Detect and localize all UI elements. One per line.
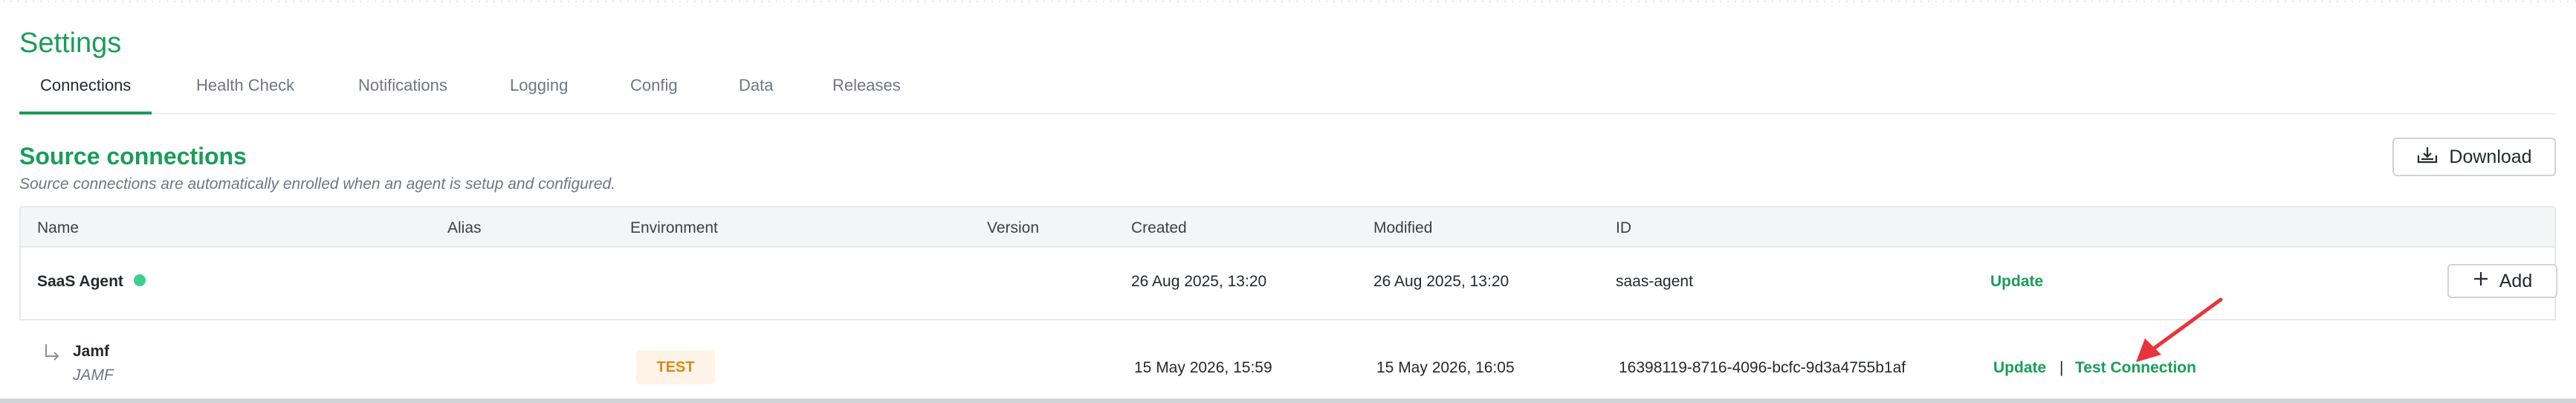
modified-date: 15 May 2026, 16:05 xyxy=(1376,359,1515,376)
column-header-created: Created xyxy=(1131,219,1187,236)
connection-name-text: SaaS Agent xyxy=(37,273,123,290)
table-header: Name Alias Environment Version Created M… xyxy=(19,206,2556,248)
add-label: Add xyxy=(2499,270,2533,291)
connection-name: SaaS Agent xyxy=(37,273,146,291)
download-icon xyxy=(2416,145,2439,170)
modified-date: 26 Aug 2025, 13:20 xyxy=(1373,273,1509,290)
tab-notifications[interactable]: Notifications xyxy=(337,65,468,115)
section-title: Source connections xyxy=(19,143,247,170)
download-button[interactable]: Download xyxy=(2392,138,2556,176)
tab-releases[interactable]: Releases xyxy=(812,65,922,115)
column-header-version: Version xyxy=(987,219,1040,236)
status-connected-dot xyxy=(133,274,146,287)
tab-connections[interactable]: Connections xyxy=(19,65,152,115)
tab-data[interactable]: Data xyxy=(718,65,794,115)
column-header-environment: Environment xyxy=(630,219,718,236)
column-header-name: Name xyxy=(37,219,80,236)
connection-subname: JAMF xyxy=(73,367,114,384)
tab-logging[interactable]: Logging xyxy=(489,65,589,115)
section-subtitle: Source connections are automatically enr… xyxy=(19,175,616,193)
tab-config[interactable]: Config xyxy=(609,65,699,115)
top-border-dots xyxy=(0,0,2576,3)
update-link[interactable]: Update xyxy=(1993,359,2046,377)
update-link[interactable]: Update xyxy=(1990,273,2043,291)
bottom-border xyxy=(0,399,2576,403)
plus-icon xyxy=(2473,271,2489,292)
subdirectory-arrow-icon xyxy=(42,343,62,368)
created-date: 15 May 2026, 15:59 xyxy=(1134,359,1272,376)
environment-badge: TEST xyxy=(636,350,715,384)
connection-name: Jamf xyxy=(73,343,110,360)
created-date: 26 Aug 2025, 13:20 xyxy=(1131,273,1267,290)
add-button[interactable]: Add xyxy=(2447,264,2557,298)
column-header-modified: Modified xyxy=(1373,219,1433,236)
link-separator: | xyxy=(2059,359,2064,376)
column-header-id: ID xyxy=(1616,219,1631,236)
connection-id: 16398119-8716-4096-bcfc-9d3a4755b1af xyxy=(1619,359,1906,376)
page-title: Settings xyxy=(19,28,122,59)
download-label: Download xyxy=(2449,146,2532,167)
connection-id: saas-agent xyxy=(1616,273,1693,290)
red-arrow-annotation xyxy=(2136,297,2223,362)
settings-tabs: Connections Health Check Notifications L… xyxy=(19,65,2557,115)
tab-health-check[interactable]: Health Check xyxy=(175,65,315,115)
column-header-alias: Alias xyxy=(447,219,482,236)
